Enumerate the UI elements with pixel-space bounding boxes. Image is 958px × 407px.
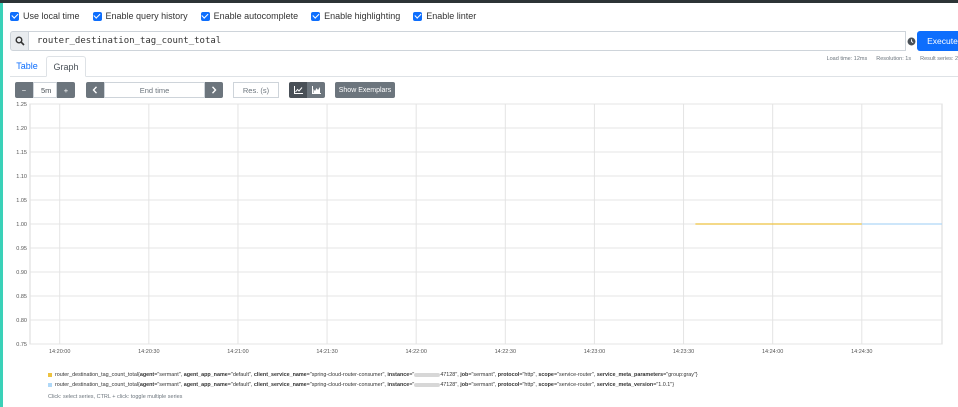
range-input[interactable]: 5m bbox=[33, 82, 57, 98]
chevron-right-icon bbox=[211, 86, 217, 94]
redacted-value bbox=[414, 382, 441, 387]
expression-input[interactable]: router_destination_tag_count_total bbox=[29, 31, 906, 51]
area-chart-icon bbox=[311, 86, 321, 94]
execute-button[interactable]: Execute bbox=[917, 31, 958, 51]
range-decrease-button[interactable]: − bbox=[15, 82, 33, 98]
option-label: Enable autocomplete bbox=[213, 11, 299, 21]
y-tick-label: 0.80 bbox=[16, 318, 27, 324]
checkbox-checked-icon[interactable] bbox=[92, 11, 102, 21]
checkbox-checked-icon[interactable] bbox=[10, 11, 19, 21]
legend-label: router_destination_tag_count_total{agent… bbox=[55, 382, 675, 388]
y-tick-label: 1.25 bbox=[16, 102, 27, 108]
option-use-local-time[interactable]: Use local time bbox=[10, 11, 80, 21]
line-chart-icon bbox=[293, 86, 303, 94]
tab-bar: Table Graph bbox=[10, 56, 958, 77]
y-tick-label: 1.10 bbox=[16, 174, 27, 180]
options-bar: Use local time Enable query history Enab… bbox=[10, 11, 489, 21]
end-time-input[interactable]: End time bbox=[104, 82, 205, 98]
resolution-stat: Resolution: 1s bbox=[876, 56, 912, 62]
query-bar: router_destination_tag_count_total Execu… bbox=[10, 31, 958, 51]
y-tick-label: 1.00 bbox=[16, 222, 27, 228]
option-enable-linter[interactable]: Enable linter bbox=[413, 11, 476, 21]
range-increase-button[interactable]: + bbox=[57, 82, 75, 98]
history-icon[interactable] bbox=[906, 31, 917, 51]
legend-hint: Click: select series, CTRL + click: togg… bbox=[48, 394, 183, 400]
tab-graph[interactable]: Graph bbox=[46, 56, 86, 77]
show-exemplars-button[interactable]: Show Exemplars bbox=[335, 82, 395, 98]
stacked-button[interactable] bbox=[307, 82, 325, 98]
x-tick-label: 14:24:30 bbox=[851, 349, 872, 355]
option-enable-autocomplete[interactable]: Enable autocomplete bbox=[200, 11, 299, 21]
x-tick-label: 14:22:30 bbox=[495, 349, 516, 355]
result-series-stat: Result series: 2 bbox=[920, 56, 958, 62]
legend-swatch-icon bbox=[48, 383, 52, 387]
unstacked-button[interactable] bbox=[289, 82, 307, 98]
resolution-input[interactable]: Res. (s) bbox=[233, 82, 279, 98]
option-enable-query-history[interactable]: Enable query history bbox=[92, 11, 188, 21]
option-label: Use local time bbox=[23, 11, 80, 21]
legend-swatch-icon bbox=[48, 373, 52, 377]
option-label: Enable linter bbox=[426, 11, 477, 21]
x-tick-label: 14:23:30 bbox=[673, 349, 694, 355]
x-tick-label: 14:23:00 bbox=[584, 349, 605, 355]
y-tick-label: 1.15 bbox=[16, 150, 27, 156]
option-label: Enable highlighting bbox=[324, 11, 401, 21]
y-tick-label: 0.85 bbox=[16, 294, 27, 300]
y-tick-label: 0.75 bbox=[16, 342, 27, 348]
x-tick-label: 14:24:00 bbox=[762, 349, 783, 355]
search-icon bbox=[10, 31, 29, 51]
checkbox-checked-icon[interactable] bbox=[311, 11, 321, 21]
legend-label: router_destination_tag_count_total{agent… bbox=[55, 372, 698, 378]
graph-chart[interactable]: 1.25 1.20 1.15 1.10 1.05 1.00 0.95 0.90 0.85 0.80… bbox=[0, 100, 958, 365]
time-forward-button[interactable] bbox=[205, 82, 223, 98]
legend-item[interactable]: router_destination_tag_count_total{agent… bbox=[48, 380, 698, 390]
x-tick-label: 14:21:30 bbox=[316, 349, 337, 355]
option-label: Enable query history bbox=[105, 11, 188, 21]
option-enable-highlighting[interactable]: Enable highlighting bbox=[311, 11, 400, 21]
y-tick-label: 0.95 bbox=[16, 246, 27, 252]
y-tick-label: 1.20 bbox=[16, 126, 27, 132]
x-tick-label: 14:20:30 bbox=[138, 349, 159, 355]
chevron-left-icon bbox=[92, 86, 98, 94]
y-tick-label: 0.90 bbox=[16, 270, 27, 276]
x-tick-label: 14:22:00 bbox=[405, 349, 426, 355]
time-back-button[interactable] bbox=[86, 82, 104, 98]
query-stats: Load time: 12ms Resolution: 1s Result seri… bbox=[818, 56, 958, 62]
top-bar bbox=[0, 0, 958, 3]
checkbox-checked-icon[interactable] bbox=[200, 11, 210, 21]
legend: router_destination_tag_count_total{agent… bbox=[48, 370, 698, 390]
x-tick-label: 14:20:00 bbox=[49, 349, 70, 355]
tab-table[interactable]: Table bbox=[10, 56, 44, 76]
load-time: Load time: 12ms bbox=[826, 56, 868, 62]
legend-item[interactable]: router_destination_tag_count_total{agent… bbox=[48, 370, 698, 380]
redacted-value bbox=[414, 372, 441, 377]
x-tick-label: 14:21:00 bbox=[227, 349, 248, 355]
y-tick-label: 1.05 bbox=[16, 198, 27, 204]
checkbox-checked-icon[interactable] bbox=[413, 11, 423, 21]
